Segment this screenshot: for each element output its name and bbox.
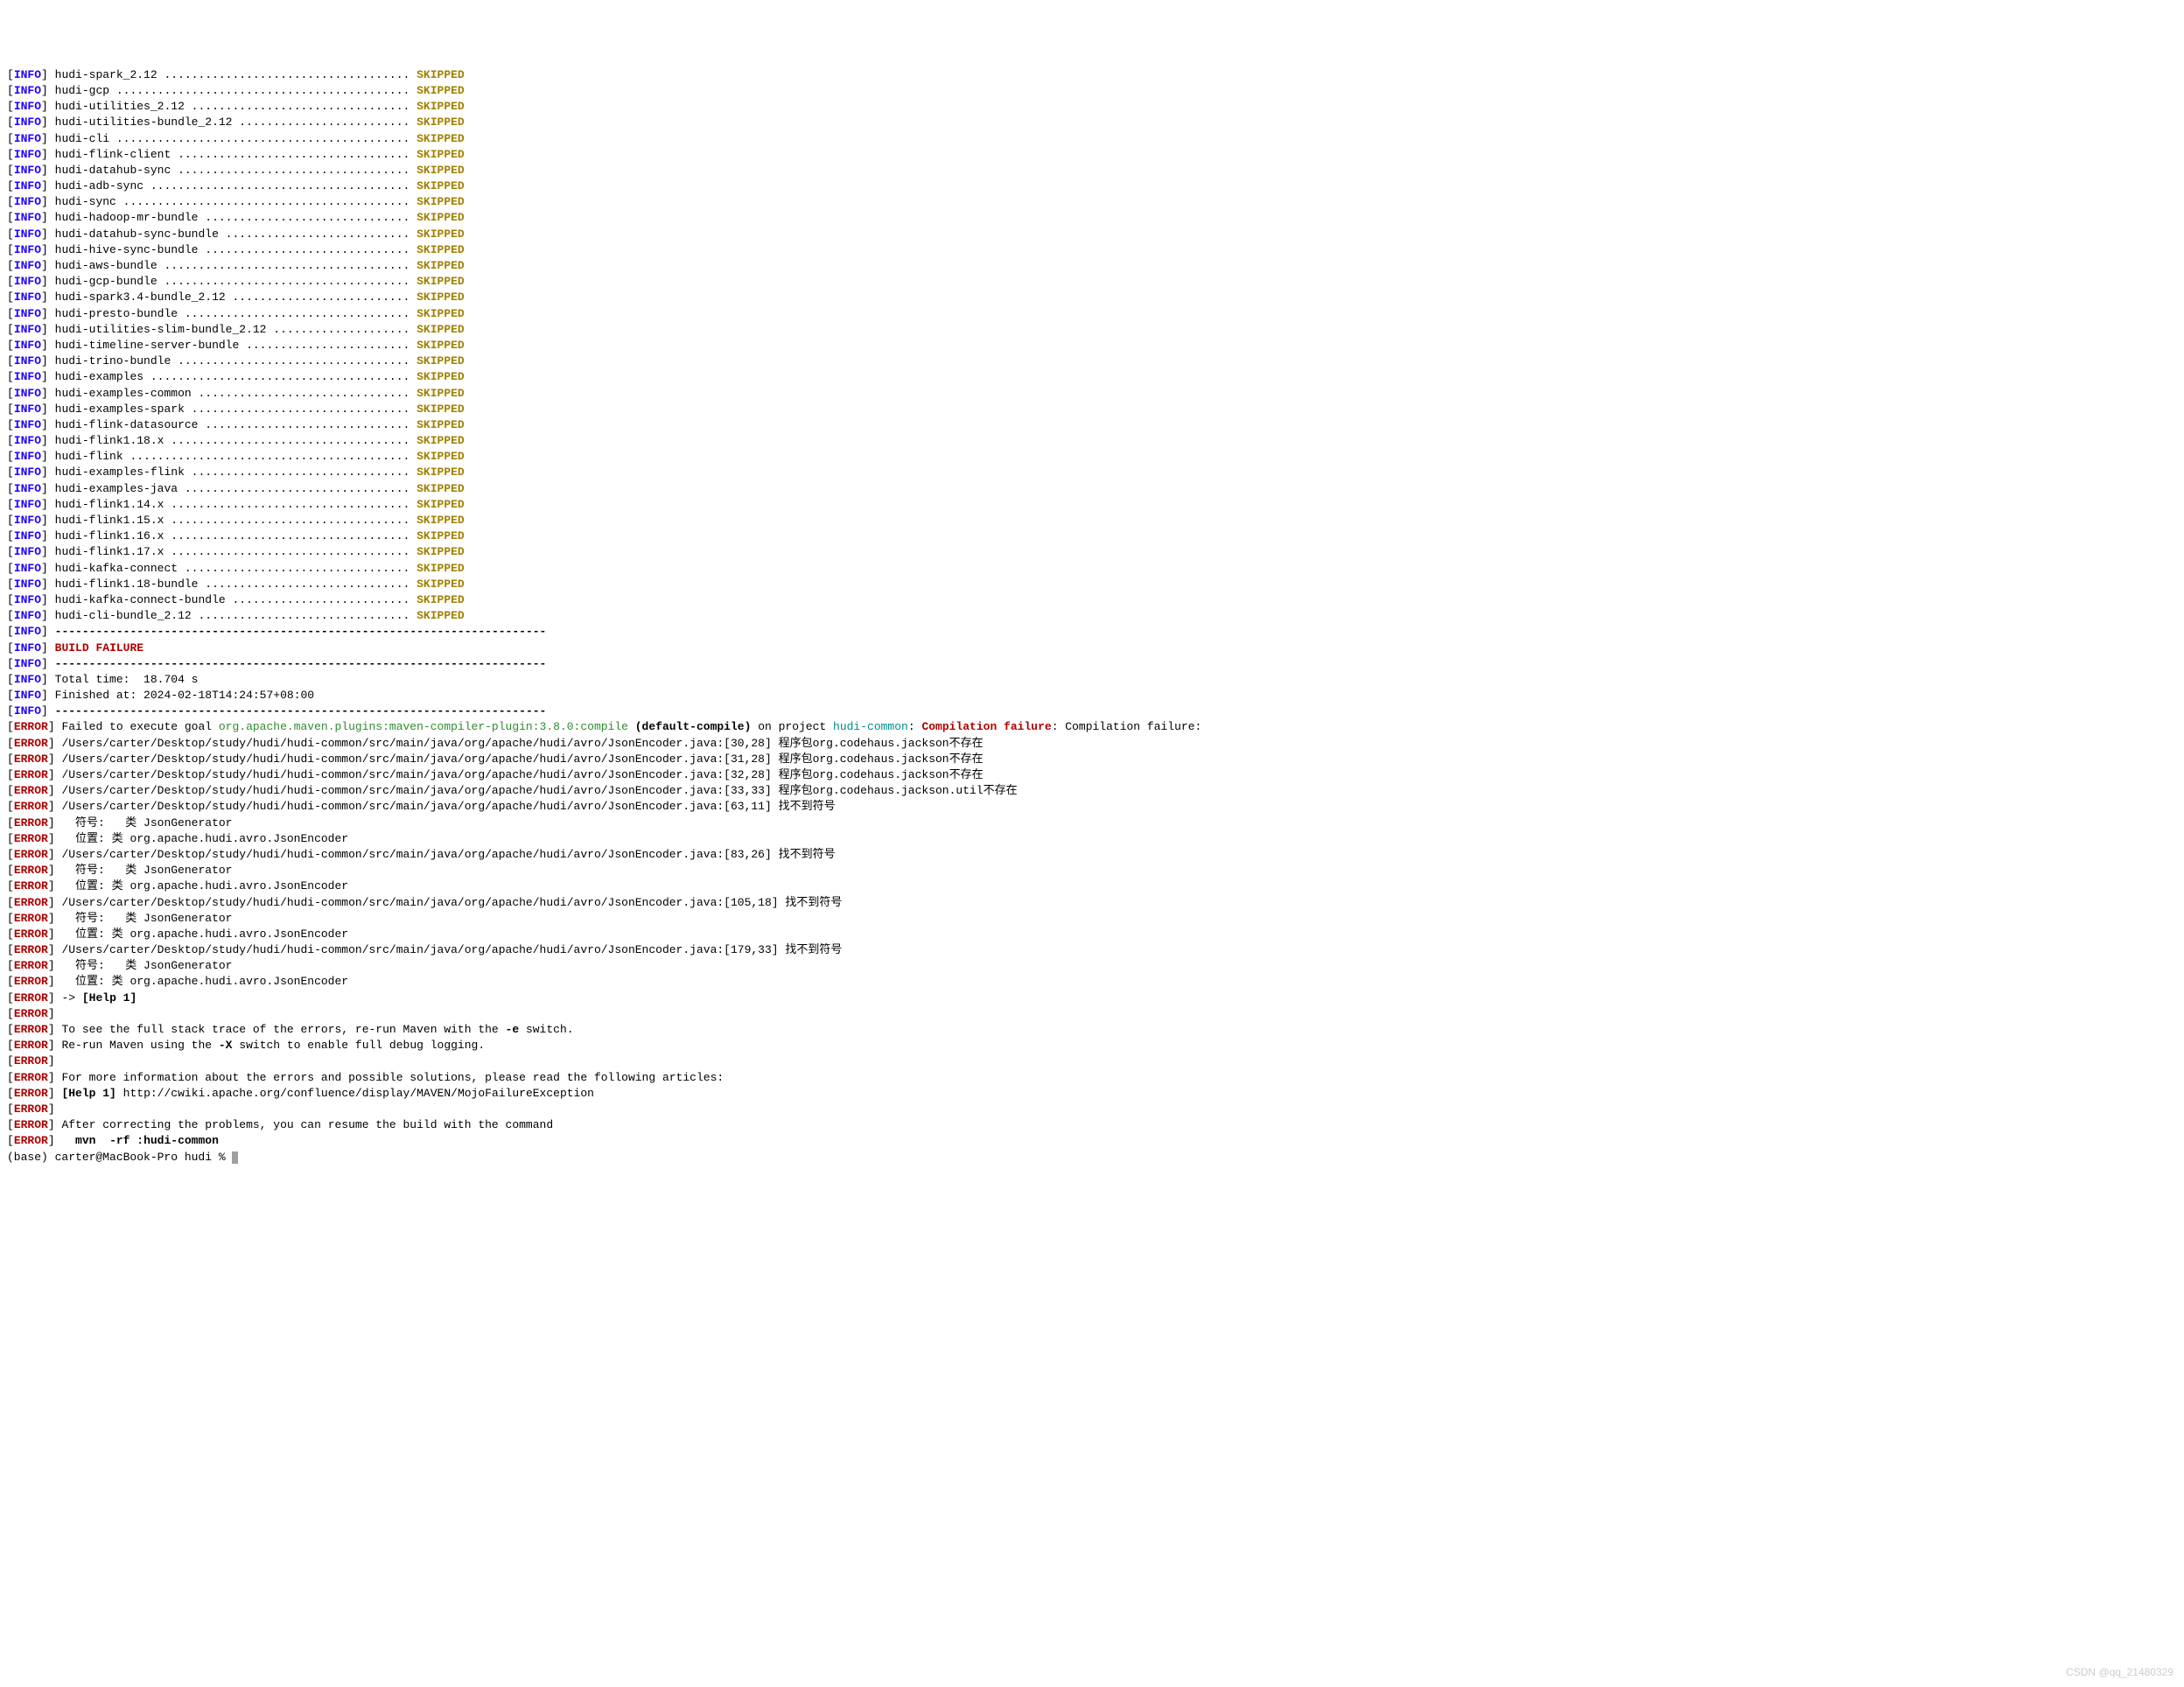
log-line: [ERROR] [Help 1] http://cwiki.apache.org… (7, 1086, 2177, 1102)
terminal-output: [INFO] hudi-spark_2.12 .................… (7, 67, 2177, 1166)
log-line: [ERROR] -> [Help 1] (7, 990, 2177, 1006)
log-line: [INFO] hudi-timeline-server-bundle .....… (7, 338, 2177, 354)
log-line: [INFO] hudi-datahub-sync ...............… (7, 163, 2177, 178)
log-line: [INFO] hudi-aws-bundle .................… (7, 258, 2177, 274)
log-line: [INFO] hudi-flink-datasource ...........… (7, 417, 2177, 433)
log-line: [INFO] BUILD FAILURE (7, 640, 2177, 656)
log-line: [INFO] ---------------------------------… (7, 656, 2177, 672)
log-line: [ERROR] 符号: 类 JsonGenerator (7, 911, 2177, 927)
log-line: [INFO] hudi-datahub-sync-bundle ........… (7, 227, 2177, 242)
log-line: [INFO] ---------------------------------… (7, 624, 2177, 640)
log-line: [INFO] hudi-adb-sync ...................… (7, 178, 2177, 194)
log-line: [ERROR] /Users/carter/Desktop/study/hudi… (7, 847, 2177, 863)
log-line: [ERROR] /Users/carter/Desktop/study/hudi… (7, 783, 2177, 799)
log-line: [ERROR] 符号: 类 JsonGenerator (7, 958, 2177, 974)
log-line: [ERROR] Failed to execute goal org.apach… (7, 719, 2177, 735)
log-line: [INFO] hudi-presto-bundle ..............… (7, 306, 2177, 322)
log-line: [INFO] hudi-utilities-bundle_2.12 ......… (7, 115, 2177, 130)
log-line: [INFO] Finished at: 2024-02-18T14:24:57+… (7, 688, 2177, 704)
log-line: [ERROR] /Users/carter/Desktop/study/hudi… (7, 767, 2177, 783)
log-line: [INFO] hudi-hive-sync-bundle ...........… (7, 242, 2177, 258)
shell-prompt[interactable]: (base) carter@MacBook-Pro hudi % (7, 1150, 2177, 1166)
log-line: [INFO] hudi-hadoop-mr-bundle ...........… (7, 210, 2177, 226)
log-line: [ERROR] /Users/carter/Desktop/study/hudi… (7, 895, 2177, 911)
log-line: [INFO] hudi-kafka-connect ..............… (7, 561, 2177, 577)
watermark: CSDN @qq_21480329 (2066, 1665, 2174, 1680)
log-line: [ERROR] /Users/carter/Desktop/study/hudi… (7, 799, 2177, 815)
log-line: [ERROR] 位置: 类 org.apache.hudi.avro.JsonE… (7, 927, 2177, 942)
log-line: [ERROR] (7, 1054, 2177, 1069)
log-line: [INFO] hudi-examples-spark .............… (7, 402, 2177, 417)
log-line: [ERROR] /Users/carter/Desktop/study/hudi… (7, 942, 2177, 958)
log-line: [ERROR] 位置: 类 org.apache.hudi.avro.JsonE… (7, 974, 2177, 990)
log-line: [ERROR] (7, 1006, 2177, 1022)
log-line: [ERROR] /Users/carter/Desktop/study/hudi… (7, 736, 2177, 752)
log-line: [ERROR] To see the full stack trace of t… (7, 1022, 2177, 1038)
log-line: [ERROR] 符号: 类 JsonGenerator (7, 816, 2177, 831)
log-line: [INFO] hudi-examples-java ..............… (7, 481, 2177, 497)
log-line: [INFO] hudi-flink1.15.x ................… (7, 513, 2177, 528)
log-line: [ERROR] 位置: 类 org.apache.hudi.avro.JsonE… (7, 878, 2177, 894)
log-line: [INFO] hudi-utilities_2.12 .............… (7, 99, 2177, 115)
log-line: [INFO] hudi-flink1.18-bundle ...........… (7, 577, 2177, 592)
log-line: [INFO] hudi-sync .......................… (7, 194, 2177, 210)
log-line: [INFO] hudi-spark3.4-bundle_2.12 .......… (7, 290, 2177, 305)
log-line: [ERROR] (7, 1102, 2177, 1117)
log-line: [INFO] hudi-flink1.17.x ................… (7, 544, 2177, 560)
log-line: [INFO] Total time: 18.704 s (7, 672, 2177, 688)
log-line: [ERROR] 位置: 类 org.apache.hudi.avro.JsonE… (7, 831, 2177, 847)
log-line: [INFO] hudi-examples ...................… (7, 369, 2177, 385)
log-line: [ERROR] /Users/carter/Desktop/study/hudi… (7, 752, 2177, 767)
log-line: [INFO] hudi-flink1.16.x ................… (7, 528, 2177, 544)
cursor-icon (232, 1152, 238, 1164)
log-line: [INFO] hudi-flink-client ...............… (7, 147, 2177, 163)
log-line: [ERROR] 符号: 类 JsonGenerator (7, 863, 2177, 878)
log-line: [INFO] hudi-trino-bundle ...............… (7, 354, 2177, 369)
log-line: [INFO] hudi-spark_2.12 .................… (7, 67, 2177, 83)
log-line: [INFO] hudi-cli-bundle_2.12 ............… (7, 608, 2177, 624)
log-line: [ERROR] After correcting the problems, y… (7, 1117, 2177, 1133)
log-line: [ERROR] mvn -rf :hudi-common (7, 1133, 2177, 1149)
log-line: [INFO] hudi-examples-flink .............… (7, 465, 2177, 480)
log-line: [INFO] ---------------------------------… (7, 704, 2177, 719)
log-line: [INFO] hudi-flink1.18.x ................… (7, 433, 2177, 449)
log-line: [ERROR] For more information about the e… (7, 1070, 2177, 1086)
log-line: [INFO] hudi-utilities-slim-bundle_2.12 .… (7, 322, 2177, 338)
log-line: [INFO] hudi-gcp-bundle .................… (7, 274, 2177, 290)
log-line: [INFO] hudi-examples-common ............… (7, 386, 2177, 402)
log-line: [INFO] hudi-gcp ........................… (7, 83, 2177, 99)
log-line: [INFO] hudi-cli ........................… (7, 131, 2177, 147)
log-line: [ERROR] Re-run Maven using the -X switch… (7, 1038, 2177, 1054)
log-line: [INFO] hudi-kafka-connect-bundle .......… (7, 592, 2177, 608)
log-line: [INFO] hudi-flink ......................… (7, 449, 2177, 465)
log-line: [INFO] hudi-flink1.14.x ................… (7, 497, 2177, 513)
